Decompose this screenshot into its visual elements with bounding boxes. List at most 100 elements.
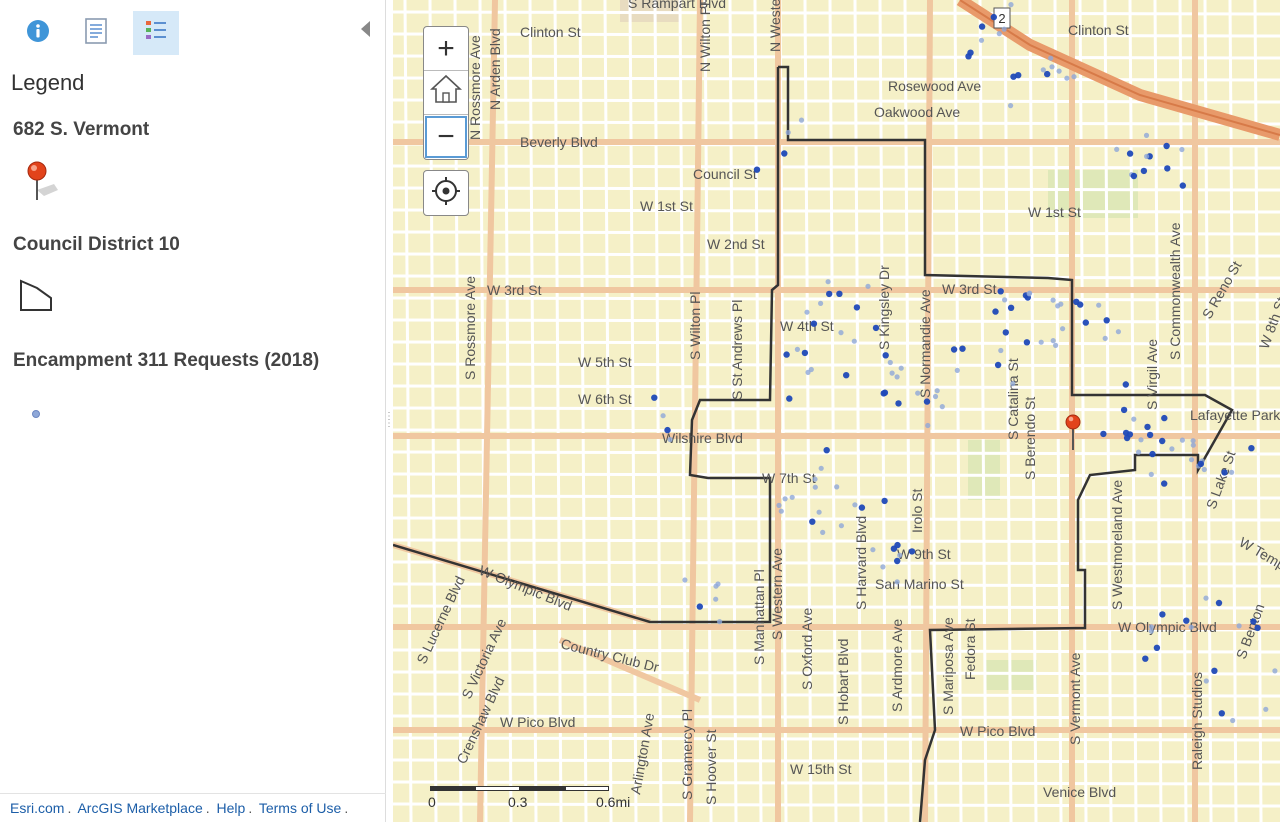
- encampment-request-point[interactable]: [1001, 26, 1007, 32]
- encampment-request-point[interactable]: [1254, 624, 1261, 632]
- encampment-request-point[interactable]: [1115, 329, 1121, 335]
- encampment-request-point[interactable]: [1038, 339, 1044, 345]
- encampment-request-point[interactable]: [1073, 298, 1080, 305]
- encampment-request-point[interactable]: [1130, 172, 1138, 180]
- encampment-request-point[interactable]: [804, 309, 810, 315]
- encampment-request-point[interactable]: [870, 547, 876, 553]
- encampment-request-point[interactable]: [1136, 449, 1142, 455]
- encampment-request-point[interactable]: [651, 394, 658, 401]
- encampment-request-point[interactable]: [810, 320, 818, 327]
- encampment-request-point[interactable]: [1103, 317, 1110, 324]
- encampment-request-point[interactable]: [1082, 319, 1090, 326]
- encampment-request-point[interactable]: [1058, 301, 1064, 307]
- encampment-request-point[interactable]: [1060, 326, 1066, 332]
- encampment-request-point[interactable]: [1002, 329, 1009, 336]
- encampment-request-point[interactable]: [1218, 710, 1226, 717]
- encampment-request-point[interactable]: [1122, 429, 1130, 437]
- encampment-request-point[interactable]: [1197, 460, 1205, 468]
- encampment-request-point[interactable]: [713, 596, 719, 602]
- encampment-request-point[interactable]: [1102, 335, 1108, 341]
- encampment-request-point[interactable]: [1044, 70, 1051, 78]
- encampment-request-point[interactable]: [1143, 132, 1150, 138]
- encampment-request-point[interactable]: [897, 552, 903, 558]
- encampment-request-point[interactable]: [818, 300, 824, 306]
- encampment-request-point[interactable]: [1120, 406, 1128, 414]
- encampment-request-point[interactable]: [881, 389, 889, 396]
- encampment-request-point[interactable]: [1050, 338, 1056, 344]
- encampment-request-point[interactable]: [1148, 471, 1154, 477]
- encampment-request-point[interactable]: [925, 422, 931, 429]
- encampment-request-point[interactable]: [667, 436, 673, 443]
- zoom-in-button[interactable]: +: [424, 27, 468, 71]
- encampment-request-point[interactable]: [1161, 480, 1168, 487]
- encampment-request-point[interactable]: [1064, 75, 1070, 81]
- encampment-request-point[interactable]: [838, 523, 845, 529]
- encampment-request-point[interactable]: [781, 150, 788, 157]
- tab-about[interactable]: [15, 11, 61, 55]
- encampment-request-point[interactable]: [1007, 304, 1015, 311]
- encampment-request-point[interactable]: [1138, 437, 1144, 443]
- encampment-request-point[interactable]: [1053, 342, 1059, 348]
- encampment-request-point[interactable]: [978, 37, 985, 43]
- encampment-request-point[interactable]: [1040, 67, 1046, 73]
- encampment-request-point[interactable]: [908, 548, 916, 555]
- encampment-request-point[interactable]: [1272, 668, 1278, 674]
- encampment-request-point[interactable]: [1144, 423, 1151, 431]
- encampment-request-point[interactable]: [1250, 618, 1257, 625]
- encampment-request-point[interactable]: [939, 404, 945, 410]
- encampment-request-point[interactable]: [836, 290, 843, 297]
- encampment-request-point[interactable]: [1190, 442, 1196, 448]
- encampment-request-point[interactable]: [1071, 74, 1077, 80]
- arcgis-marketplace-link[interactable]: ArcGIS Marketplace: [77, 800, 202, 816]
- encampment-request-point[interactable]: [776, 502, 782, 508]
- tab-content[interactable]: [73, 11, 119, 55]
- encampment-request-point[interactable]: [1140, 167, 1148, 175]
- encampment-request-point[interactable]: [660, 413, 666, 419]
- encampment-request-point[interactable]: [1159, 611, 1166, 618]
- encampment-request-point[interactable]: [1015, 72, 1022, 79]
- encampment-request-point[interactable]: [887, 359, 893, 366]
- encampment-request-point[interactable]: [1183, 617, 1190, 624]
- encampment-request-point[interactable]: [894, 557, 901, 565]
- encampment-request-point[interactable]: [880, 564, 886, 570]
- encampment-request-point[interactable]: [1142, 655, 1149, 662]
- encampment-request-point[interactable]: [1146, 431, 1154, 439]
- encampment-request-point[interactable]: [843, 372, 850, 379]
- tab-legend[interactable]: [133, 11, 179, 55]
- encampment-request-point[interactable]: [1203, 678, 1209, 684]
- encampment-request-point[interactable]: [717, 619, 723, 625]
- encampment-request-point[interactable]: [838, 330, 844, 336]
- encampment-request-point[interactable]: [894, 541, 901, 549]
- encampment-request-point[interactable]: [1229, 469, 1235, 475]
- encampment-request-point[interactable]: [1114, 146, 1120, 152]
- encampment-request-point[interactable]: [1048, 55, 1054, 61]
- encampment-request-point[interactable]: [1126, 150, 1134, 157]
- encampment-request-point[interactable]: [664, 426, 671, 434]
- encampment-request-point[interactable]: [1008, 103, 1014, 109]
- encampment-request-point[interactable]: [715, 581, 721, 587]
- encampment-request-point[interactable]: [934, 388, 940, 394]
- encampment-request-point[interactable]: [1050, 297, 1056, 303]
- encampment-request-point[interactable]: [1230, 717, 1236, 724]
- encampment-request-point[interactable]: [1144, 153, 1150, 159]
- encampment-request-point[interactable]: [1148, 628, 1154, 634]
- zoom-out-button[interactable]: −: [424, 115, 468, 159]
- encampment-request-point[interactable]: [1096, 302, 1102, 308]
- encampment-request-point[interactable]: [808, 366, 814, 373]
- encampment-request-point[interactable]: [894, 374, 900, 380]
- encampment-request-point[interactable]: [898, 365, 904, 371]
- encampment-request-point[interactable]: [1164, 165, 1171, 172]
- encampment-request-point[interactable]: [1023, 339, 1031, 346]
- encampment-request-point[interactable]: [826, 290, 833, 298]
- encampment-request-point[interactable]: [782, 496, 788, 502]
- encampment-request-point[interactable]: [1122, 381, 1130, 388]
- encampment-request-point[interactable]: [1149, 450, 1156, 458]
- encampment-request-point[interactable]: [1008, 2, 1014, 8]
- encampment-request-point[interactable]: [889, 370, 895, 376]
- encampment-request-point[interactable]: [997, 288, 1004, 295]
- encampment-request-point[interactable]: [894, 579, 900, 585]
- encampment-request-point[interactable]: [990, 13, 997, 21]
- encampment-request-point[interactable]: [1010, 381, 1016, 387]
- encampment-request-point[interactable]: [954, 367, 960, 373]
- encampment-request-point[interactable]: [696, 603, 703, 610]
